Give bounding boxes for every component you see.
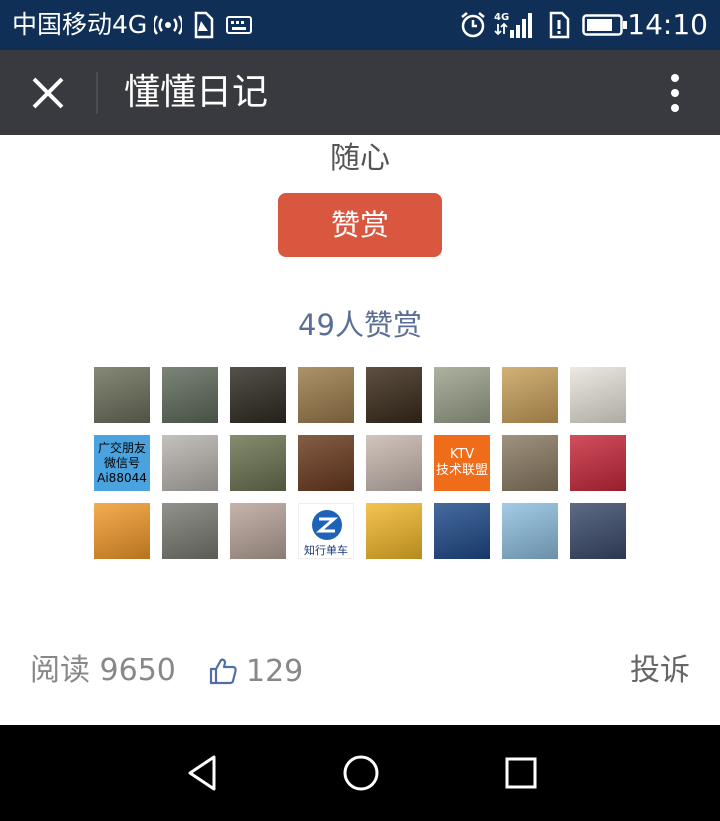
bike-logo-icon bbox=[312, 510, 342, 540]
recents-square-icon bbox=[505, 757, 537, 789]
reward-avatar[interactable] bbox=[94, 367, 150, 423]
reward-avatar[interactable] bbox=[502, 367, 558, 423]
signal-icon: 4G bbox=[494, 9, 534, 41]
article-content: 随心 赞赏 49人赞赏 广交朋友 微信号 Ai88044 KTV 技术联盟知行单车 阅读… bbox=[0, 135, 720, 725]
network-badge: 4G bbox=[494, 12, 509, 23]
avatar-text: 技术联盟 bbox=[435, 463, 488, 478]
title-bar: 懂懂日记 bbox=[0, 50, 720, 135]
battery-icon bbox=[582, 9, 628, 41]
reward-avatar[interactable] bbox=[434, 503, 490, 559]
article-footer: 阅读 9650 129 投诉 bbox=[0, 647, 720, 697]
close-button[interactable] bbox=[22, 70, 74, 116]
recents-button[interactable] bbox=[497, 749, 545, 797]
more-vertical-icon bbox=[671, 74, 679, 112]
avatar-text: KTV bbox=[449, 447, 475, 462]
reward-button[interactable]: 赞赏 bbox=[278, 193, 442, 257]
read-count: 阅读 9650 bbox=[30, 653, 176, 688]
sim-card-icon bbox=[546, 9, 572, 41]
article-caption: 随心 bbox=[330, 141, 390, 176]
home-button[interactable] bbox=[337, 749, 385, 797]
reward-avatar[interactable]: 知行单车 bbox=[298, 503, 354, 559]
reward-avatar-grid: 广交朋友 微信号 Ai88044 KTV 技术联盟知行单车 bbox=[94, 367, 626, 559]
reward-avatar[interactable] bbox=[230, 503, 286, 559]
reward-avatar[interactable] bbox=[162, 367, 218, 423]
avatar-text: 广交朋友 bbox=[97, 440, 146, 455]
back-button[interactable] bbox=[178, 749, 226, 797]
reward-avatar[interactable] bbox=[366, 503, 422, 559]
reward-avatar[interactable]: KTV 技术联盟 bbox=[434, 435, 490, 491]
thumbs-up-icon bbox=[209, 658, 237, 685]
reward-avatar[interactable] bbox=[298, 435, 354, 491]
reward-avatar[interactable] bbox=[162, 435, 218, 491]
reward-avatar[interactable] bbox=[94, 503, 150, 559]
back-triangle-icon bbox=[188, 755, 216, 791]
clock: 14:10 bbox=[627, 8, 708, 41]
reward-avatar[interactable] bbox=[434, 367, 490, 423]
carrier-label: 中国移动4G bbox=[12, 10, 148, 39]
reward-avatar[interactable] bbox=[366, 435, 422, 491]
avatar-text: 知行单车 bbox=[304, 544, 348, 557]
reward-count: 49人赞赏 bbox=[298, 308, 422, 342]
navigation-bar bbox=[0, 725, 720, 821]
keyboard-icon bbox=[226, 9, 252, 41]
reward-avatar[interactable] bbox=[570, 367, 626, 423]
alarm-icon bbox=[458, 9, 488, 41]
close-icon bbox=[32, 77, 64, 109]
sim-alert-icon bbox=[190, 9, 216, 41]
page-title: 懂懂日记 bbox=[124, 72, 269, 113]
reward-avatar[interactable] bbox=[230, 435, 286, 491]
reward-avatar[interactable] bbox=[298, 367, 354, 423]
hotspot-icon bbox=[152, 9, 184, 41]
more-options-button[interactable] bbox=[660, 70, 690, 116]
like-count: 129 bbox=[246, 653, 304, 689]
status-bar: 中国移动4G 4G 14:10 bbox=[0, 0, 720, 50]
avatar-text: 微信号 bbox=[103, 455, 140, 470]
reward-avatar[interactable] bbox=[502, 435, 558, 491]
reward-avatar[interactable] bbox=[502, 503, 558, 559]
reward-avatar[interactable] bbox=[366, 367, 422, 423]
reward-avatar[interactable] bbox=[570, 435, 626, 491]
like-button[interactable]: 129 bbox=[208, 651, 303, 691]
reward-avatar[interactable] bbox=[230, 367, 286, 423]
home-circle-icon bbox=[343, 755, 379, 791]
report-link[interactable]: 投诉 bbox=[630, 651, 690, 691]
title-divider bbox=[96, 72, 98, 114]
reward-avatar[interactable] bbox=[162, 503, 218, 559]
reward-avatar[interactable]: 广交朋友 微信号 Ai88044 bbox=[94, 435, 150, 491]
avatar-text: Ai88044 bbox=[97, 470, 147, 485]
reward-avatar[interactable] bbox=[570, 503, 626, 559]
